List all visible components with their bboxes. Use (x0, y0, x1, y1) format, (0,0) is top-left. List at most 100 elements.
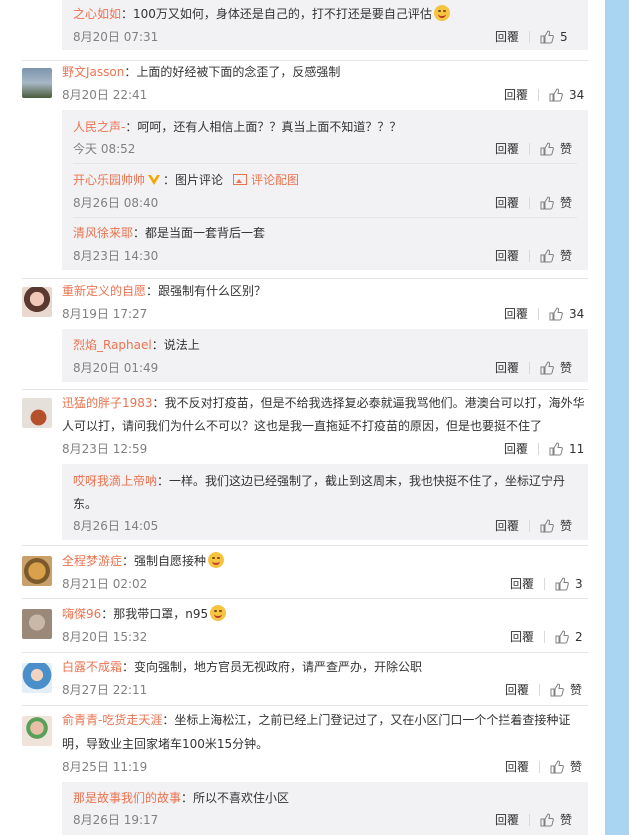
reply-button[interactable]: 回覆 (505, 683, 529, 697)
divider (22, 705, 588, 706)
reply-button[interactable]: 回覆 (504, 307, 528, 321)
comment-time: 8月23日 14:30 (73, 249, 159, 263)
comment-time: 8月26日 08:40 (73, 196, 159, 210)
avatar[interactable] (22, 68, 52, 98)
reply-button[interactable]: 回覆 (504, 88, 528, 102)
comment-line: 重新定义的自愿：跟强制有什么区别？ (62, 284, 267, 298)
smile-emoji-icon (433, 5, 450, 21)
username-link[interactable]: 清风徐来耶 (73, 226, 133, 240)
thumbs-up-icon[interactable] (549, 307, 563, 321)
thumbs-up-icon[interactable] (540, 142, 554, 156)
thumbs-up-icon[interactable] (540, 361, 554, 375)
comment-text: 明，导致业主回家堵车100米15分钟。 (62, 737, 269, 751)
reply-button[interactable]: 回覆 (495, 196, 519, 210)
thumbs-up-icon[interactable] (540, 813, 554, 827)
reply-button[interactable]: 回覆 (495, 30, 519, 44)
username-link[interactable]: 人民之声- (73, 120, 125, 134)
username-link[interactable]: 重新定义的自愿 (62, 284, 146, 298)
username-link[interactable]: 全程梦游症 (62, 554, 122, 568)
username-link[interactable]: 野文Jasson (62, 65, 124, 79)
avatar[interactable] (22, 716, 52, 746)
comment-actions: 回覆 赞 (495, 141, 572, 157)
username-link[interactable]: 开心乐园帅帅 (73, 173, 145, 187)
comment-time: 8月26日 14:05 (73, 519, 159, 533)
reply-button[interactable]: 回覆 (510, 630, 534, 644)
thumbs-up-icon[interactable] (540, 196, 554, 210)
comment-text: 所以不喜欢住小区 (193, 791, 290, 805)
comment-actions: 回覆 3 (510, 576, 583, 592)
comment-time: 8月20日 01:49 (73, 361, 159, 375)
comment-text: 呵呵，还有人相信上面？？真当上面不知道？？？ (137, 120, 402, 134)
username-link[interactable]: 之心如如 (73, 7, 121, 21)
like-count: 5 (560, 30, 568, 44)
reply-button[interactable]: 回覆 (510, 577, 534, 591)
like-count: 赞 (570, 683, 583, 697)
comment-line: 迅猛的胖子1983：我不反对打疫苗，但是不给我选择复必泰就逼我骂他们。港澳台可以… (62, 396, 585, 410)
comment-line: 俞青青-吃货走天涯：坐标上海松江，之前已经上门登记过了，又在小区门口一个个拦着查… (62, 713, 571, 727)
comment-time: 8月20日 07:31 (73, 30, 159, 44)
comment-text: 说法上 (163, 338, 200, 352)
comment-feed: 之心如如：100万又如何，身体还是自己的，打不打还是要自己评估 8月20日 07… (0, 0, 605, 835)
thumbs-up-icon[interactable] (550, 683, 564, 697)
comment-text-continued: 人可以打，请问我们为什么不可以？这也是我一直拖延不打疫苗的原因，但是也要挺不住了 (62, 416, 542, 436)
comment-actions: 回覆 5 (495, 29, 568, 45)
comment-actions: 回覆 赞 (505, 682, 582, 698)
avatar[interactable] (22, 287, 52, 317)
thumbs-up-icon[interactable] (550, 760, 564, 774)
comment-text: 100万又如何，身体还是自己的，打不打还是要自己评估 (133, 7, 432, 21)
like-count: 赞 (560, 249, 573, 263)
avatar[interactable] (22, 556, 52, 586)
reply-button[interactable]: 回覆 (495, 813, 519, 827)
username-link[interactable]: 白露不成霜 (62, 660, 122, 674)
username-link[interactable]: 迅猛的胖子1983 (62, 396, 153, 410)
reply-line: 开心乐园帅帅 ：图片评论 评论配图 (73, 173, 300, 187)
reply-button[interactable]: 回覆 (495, 142, 519, 156)
comment-actions: 回覆 2 (510, 629, 583, 645)
comment-text-continued: 明，导致业主回家堵车100米15分钟。 (62, 734, 268, 754)
divider (22, 278, 588, 279)
image-comment-link[interactable]: 评论配图 (251, 173, 299, 187)
comment-text: 那我带口罩，n95 (113, 607, 209, 621)
comment-time: 8月21日 02:02 (62, 577, 148, 591)
thumbs-up-icon[interactable] (549, 442, 563, 456)
reply-line: 清风徐来耶：都是当面一套背后一套 (73, 226, 266, 240)
reply-button[interactable]: 回覆 (495, 519, 519, 533)
like-count: 赞 (560, 196, 573, 210)
avatar[interactable] (22, 663, 52, 693)
reply-button[interactable]: 回覆 (495, 249, 519, 263)
comment-line: 白露不成霜：变向强制，地方官员无视政府，请严查严办，开除公职 (62, 660, 423, 674)
comment-text: 强制自愿接种 (134, 554, 207, 568)
thumbs-up-icon[interactable] (555, 630, 569, 644)
avatar[interactable] (22, 398, 52, 428)
comment-actions: 回覆 赞 (495, 360, 572, 376)
username-link[interactable]: 俞青青-吃货走天涯 (62, 713, 162, 727)
username-link[interactable]: 那是故事我们的故事 (73, 791, 181, 805)
comment-text: 跟强制有什么区别？ (158, 284, 267, 298)
like-count: 赞 (560, 361, 573, 375)
username-link[interactable]: 嗨傑96 (62, 607, 101, 621)
username-link[interactable]: 烈焰_Raphael (73, 338, 152, 352)
comment-text: 都是当面一套背后一套 (145, 226, 266, 240)
comment-text: 变向强制，地方官员无视政府，请严查严办，开除公职 (134, 660, 423, 674)
reply-line: 那是故事我们的故事：所以不喜欢住小区 (73, 791, 290, 805)
comment-actions: 回覆 赞 (495, 248, 572, 264)
like-count: 2 (575, 630, 583, 644)
thumbs-up-icon[interactable] (540, 30, 554, 44)
thumbs-up-icon[interactable] (540, 249, 554, 263)
like-count: 34 (569, 88, 585, 102)
blush-emoji-icon (210, 605, 227, 621)
thumbs-up-icon[interactable] (540, 519, 554, 533)
like-count: 赞 (560, 813, 573, 827)
reply-button[interactable]: 回覆 (504, 442, 528, 456)
username-link[interactable]: 哎呀我滴上帝呐 (73, 474, 157, 488)
comment-time: 8月19日 17:27 (62, 307, 148, 321)
thumbs-up-icon[interactable] (549, 88, 563, 102)
comment-text: 我不反对打疫苗，但是不给我选择复必泰就逼我骂他们。港澳台可以打，海外华 (164, 396, 585, 410)
reply-button[interactable]: 回覆 (505, 760, 529, 774)
thumbs-up-icon[interactable] (555, 577, 569, 591)
reply-text-continued: 东。 (73, 494, 97, 514)
reply-line: 哎呀我滴上帝呐：一样。我们这边已经强制了，截止到这周末，我也快挺不住了，坐标辽宁… (73, 474, 566, 488)
comment-text: 人可以打，请问我们为什么不可以？这也是我一直拖延不打疫苗的原因，但是也要挺不住了 (62, 419, 543, 433)
avatar[interactable] (22, 609, 52, 639)
reply-button[interactable]: 回覆 (495, 361, 519, 375)
